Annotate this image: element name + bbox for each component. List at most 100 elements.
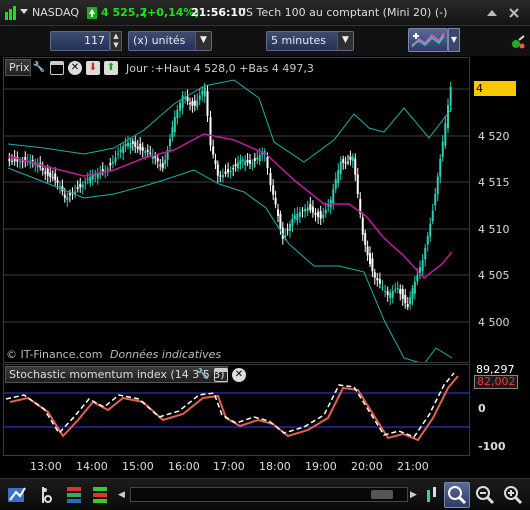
drawing-tool-icon[interactable] (6, 484, 28, 506)
scroll-left-button[interactable]: ◀ (118, 488, 128, 502)
candle-down (68, 192, 71, 196)
quantity-stepper[interactable]: ▲ ▼ (110, 31, 122, 51)
price-pane-tools: 🔧 ✕ ⬇ ⬆ (32, 60, 124, 76)
stoch-tick: 0 (478, 402, 486, 415)
day-high-low-info: Jour :+Haut 4 528,0 +Bas 4 497,3 (126, 62, 314, 75)
title-bar: NASDAQ 4 525,2 (+0,14%) 21:56:10 US Tech… (0, 0, 530, 26)
candle-up (413, 281, 416, 294)
stochastic-pane[interactable]: Stochastic momentum index (14 3 5 3) 🔧 ✕ (3, 364, 470, 456)
price-chart-pane[interactable]: Prix 🔧 ✕ ⬇ ⬆ Jour :+Haut 4 528,0 +Bas 4 … (3, 57, 470, 363)
candle-up (298, 211, 301, 217)
close-icon[interactable] (506, 5, 522, 21)
candle-down (354, 158, 357, 175)
stoch-signal-line (9, 375, 459, 442)
candle-down (404, 294, 407, 304)
candle-down (309, 203, 312, 211)
candle-down (76, 187, 79, 189)
period-select-label: 5 minutes (271, 34, 327, 47)
scrollbar-thumb[interactable] (371, 490, 393, 499)
candle-up (111, 161, 114, 164)
close-icon[interactable]: ✕ (68, 61, 82, 75)
close-icon[interactable]: ✕ (232, 368, 246, 382)
wrench-icon[interactable]: 🔧 (196, 368, 210, 382)
candle-down (349, 156, 352, 160)
candle-up (86, 179, 89, 181)
scroll-right-button[interactable]: ▶ (410, 488, 420, 502)
chevron-down-icon[interactable]: ▼ (195, 32, 211, 50)
candle-up (429, 223, 432, 237)
candle-up (179, 102, 181, 111)
last-price: 4 525,2 (101, 6, 148, 19)
candle-up (339, 161, 342, 174)
time-tick: 16:00 (168, 460, 200, 473)
candle-down (266, 156, 269, 169)
alert-tool-icon[interactable] (36, 484, 58, 506)
candle-up (237, 162, 239, 169)
candle-up (119, 149, 122, 152)
export-up-icon[interactable]: ⬆ (104, 61, 118, 75)
candle-down (317, 211, 320, 217)
quantity-input[interactable]: 117 (50, 31, 110, 51)
candle-down (371, 258, 374, 272)
candle-down (356, 174, 359, 195)
price-tick: 4 505 (478, 269, 510, 282)
candle-down (219, 175, 222, 177)
zoom-in-icon[interactable] (502, 484, 524, 506)
stochastic-pane-title: Stochastic momentum index (14 3 5 3) (5, 366, 229, 383)
settings-icon[interactable] (510, 34, 526, 50)
candle-up (384, 291, 387, 293)
scroll-up-icon[interactable] (484, 5, 500, 21)
window-icon[interactable] (50, 61, 64, 75)
horizontal-scrollbar[interactable] (130, 487, 408, 502)
candle-down (44, 171, 47, 174)
export-down-icon[interactable]: ⬇ (86, 61, 100, 75)
candle-down (386, 291, 389, 296)
candle-down (109, 163, 112, 166)
candle-up (296, 213, 299, 221)
price-chart-canvas (4, 79, 469, 362)
candle-up (396, 287, 399, 289)
candle-down (376, 278, 379, 281)
candle-down (272, 185, 275, 195)
period-select[interactable]: 5 minutes ▼ (266, 31, 354, 51)
candle-up (251, 163, 254, 165)
chart-tool-icon[interactable] (420, 484, 442, 506)
last-price-tag: 4 525,2 (474, 81, 516, 110)
candle-up (304, 208, 307, 212)
candle-down (373, 272, 376, 278)
window-icon[interactable] (214, 368, 228, 382)
instrument-dropdown-icon[interactable] (20, 9, 28, 14)
candle-down (141, 147, 144, 151)
stoch-tick: -100 (478, 440, 506, 453)
candle-down (311, 206, 314, 213)
candle-down (314, 212, 317, 215)
candle-down (224, 171, 227, 174)
candle-up (84, 181, 87, 184)
candle-up (169, 138, 171, 147)
chevron-down-icon[interactable]: ▼ (337, 32, 353, 50)
unit-select[interactable]: (x) unités ▼ (128, 31, 212, 51)
unit-select-label: (x) unités (133, 34, 186, 47)
chart-style-button[interactable] (408, 28, 448, 52)
candle-down (8, 159, 11, 162)
candle-up (337, 170, 340, 184)
candle-down (366, 246, 369, 256)
candle-up (421, 259, 424, 271)
candle-up (129, 143, 132, 149)
bollinger-upper-line (7, 79, 453, 163)
candle-up (221, 174, 224, 178)
candle-up (244, 160, 247, 165)
candle-down (31, 160, 34, 162)
candle-down (301, 210, 304, 212)
candle-up (434, 193, 437, 206)
zoom-out-icon[interactable] (474, 484, 496, 506)
candle-up (416, 275, 419, 282)
price-pane-tab-label: Prix (9, 61, 30, 74)
chart-style-dropdown[interactable]: ▼ (448, 28, 460, 52)
zoom-selection-icon[interactable] (444, 482, 470, 508)
candle-down (364, 233, 367, 245)
time-tick: 19:00 (305, 460, 337, 473)
indicator-list-icon[interactable] (64, 484, 86, 506)
wrench-icon[interactable]: 🔧 (32, 61, 46, 75)
indicator-add-icon[interactable] (90, 484, 112, 506)
